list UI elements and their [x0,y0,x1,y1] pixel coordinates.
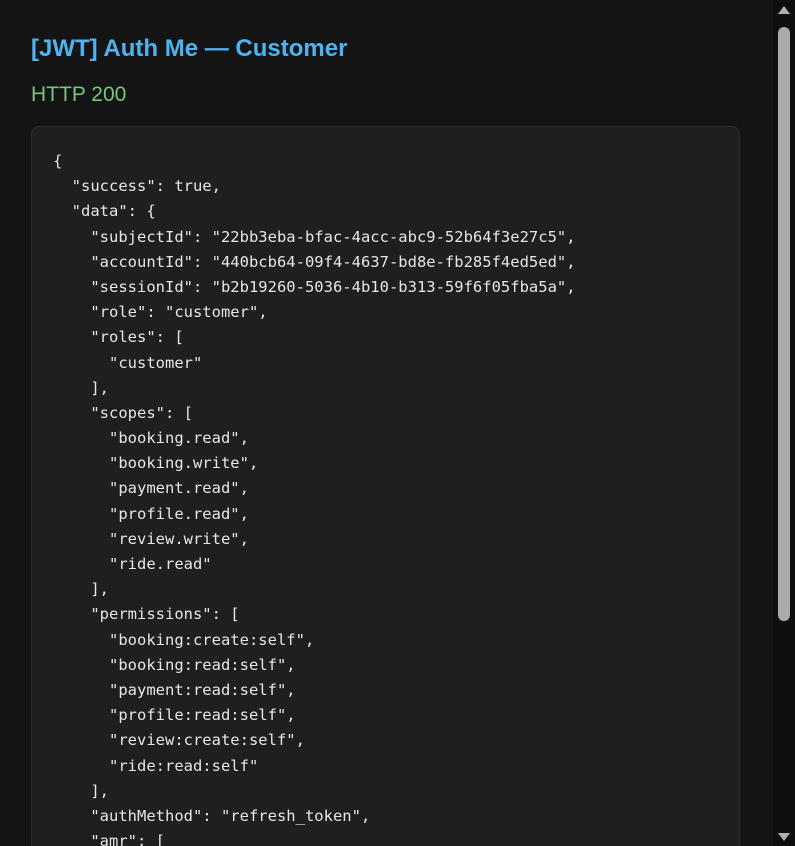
json-line: "booking.write", [53,454,259,473]
json-line: "booking:create:self", [53,630,315,649]
json-line: "subjectId": "22bb3eba-bfac-4acc-abc9-52… [53,227,576,246]
json-line: ], [53,580,109,599]
scroll-down-arrow-icon[interactable] [778,833,790,841]
json-line: "permissions": [ [53,605,240,624]
json-response-code: { "success": true, "data": { "subjectId"… [32,127,739,846]
json-line: "amr": [ [53,832,165,846]
json-line: "review.write", [53,529,249,548]
json-line: "roles": [ [53,328,184,347]
scrollbar-thumb[interactable] [778,27,790,621]
json-line: { [53,152,63,170]
page: [JWT] Auth Me — Customer HTTP 200 { "suc… [0,0,795,846]
page-title: [JWT] Auth Me — Customer [31,35,348,62]
http-status: HTTP 200 [31,83,127,106]
json-line: "profile.read", [53,504,249,523]
json-line: "data": { [53,202,156,221]
json-line: "payment.read", [53,479,249,498]
json-line: "ride.read" [53,555,212,573]
json-line: "payment:read:self", [53,680,296,699]
scroll-up-arrow-icon[interactable] [778,6,790,14]
json-line: "accountId": "440bcb64-09f4-4637-bd8e-fb… [53,252,576,271]
json-response-panel: { "success": true, "data": { "subjectId"… [31,126,740,846]
json-line: "authMethod": "refresh_token", [53,806,371,825]
json-line: "scopes": [ [53,403,193,422]
json-line: "sessionId": "b2b19260-5036-4b10-b313-59… [53,277,576,296]
vertical-scrollbar[interactable] [773,0,795,846]
json-line: "profile:read:self", [53,706,296,725]
json-line: "booking:read:self", [53,655,296,674]
json-line: ], [53,378,109,397]
json-line: "booking.read", [53,429,249,448]
json-line: "review:create:self", [53,731,305,750]
json-line: ], [53,781,109,800]
json-line: "customer" [53,353,203,372]
json-line: "ride:read:self" [53,756,259,775]
json-line: "success": true, [53,177,221,196]
json-line: "role": "customer", [53,303,268,322]
